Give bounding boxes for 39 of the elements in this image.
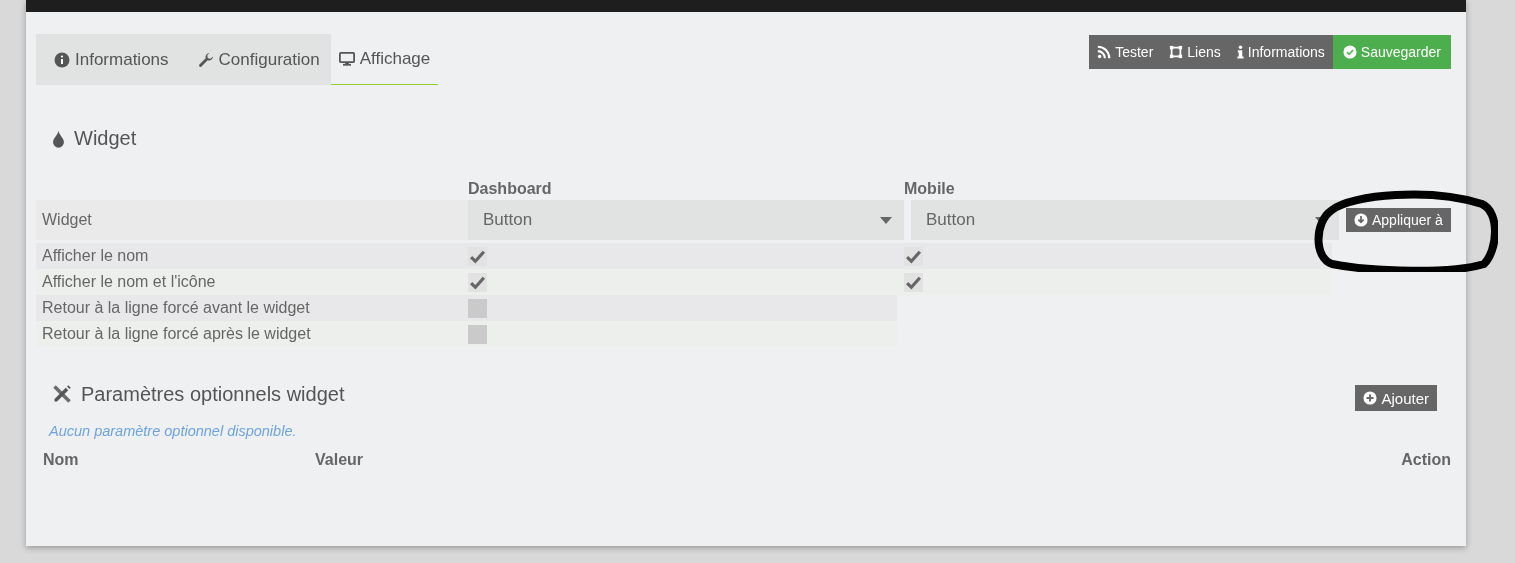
checkbox[interactable] (904, 272, 923, 292)
column-header: Nom (43, 451, 79, 468)
row-label: Afficher le nom (42, 247, 149, 264)
check-circle-icon (1342, 45, 1357, 59)
info-icon (1236, 45, 1244, 59)
drop-icon (52, 129, 65, 148)
row-label: Widget (42, 211, 92, 229)
checkbox[interactable] (468, 324, 487, 344)
checkbox[interactable] (468, 272, 487, 292)
rss-icon (1097, 45, 1112, 59)
plus-circle-icon (1363, 391, 1378, 405)
column-header: Dashboard (468, 180, 552, 197)
tab[interactable]: Affichage (330, 34, 439, 85)
wrench-icon (197, 51, 214, 68)
caret-icon (880, 216, 892, 224)
row-label: Afficher le nom et l'icône (42, 273, 216, 290)
column-header: Mobile (904, 180, 955, 197)
dropdown[interactable]: Button (468, 200, 904, 240)
download-icon (1354, 213, 1368, 227)
column-header: Valeur (315, 451, 364, 468)
info-icon (54, 51, 70, 68)
toolbar-button[interactable]: Informations (1228, 35, 1333, 69)
add-button[interactable]: Ajouter (1355, 385, 1437, 411)
tab[interactable]: Configuration (179, 34, 331, 85)
monitor-icon (338, 51, 355, 67)
column-header: Action (1401, 451, 1451, 468)
section-title: Paramètres optionnels widget (81, 382, 345, 406)
empty-message: Aucun paramètre optionnel disponible. (49, 423, 298, 439)
row-label: Retour à la ligne forcé avant le widget (42, 299, 310, 316)
row-label: Retour à la ligne forcé après le widget (42, 325, 311, 342)
checkbox[interactable] (904, 246, 923, 266)
checkbox[interactable] (468, 298, 487, 318)
toolbar-button[interactable]: Liens (1161, 35, 1229, 69)
toolbar-button[interactable]: Tester (1089, 35, 1162, 69)
tab[interactable]: Informations (36, 34, 180, 85)
link-frame-icon (1169, 45, 1184, 59)
checkbox[interactable] (468, 246, 487, 266)
section-title: Widget (74, 127, 137, 150)
apply-button[interactable]: Appliquer à (1346, 208, 1451, 232)
